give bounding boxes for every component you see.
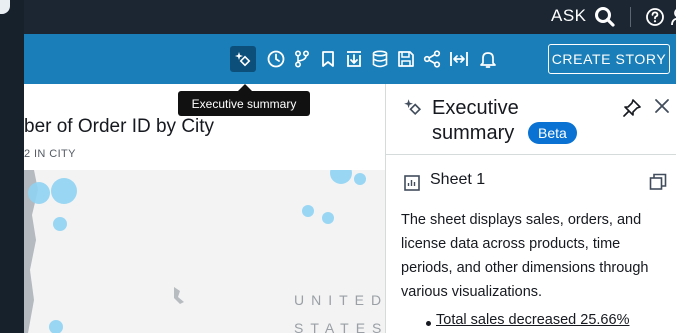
map-bubble[interactable] — [28, 182, 50, 204]
map-canvas[interactable]: UNITED STATES — [24, 170, 386, 333]
executive-summary-icon[interactable] — [230, 46, 256, 72]
close-icon[interactable] — [652, 96, 672, 121]
tooltip-arrow — [238, 84, 252, 91]
map-country-label: STATES — [294, 320, 386, 333]
sheet-icon — [403, 174, 421, 197]
panel-title: Executive — [432, 97, 519, 119]
map-bubble[interactable] — [302, 205, 314, 217]
map-shapes — [24, 170, 184, 333]
visual-title: ber of Order ID by City — [24, 116, 215, 137]
window-corner — [0, 0, 10, 14]
copy-icon[interactable] — [648, 172, 668, 197]
map-country-label: UNITED — [294, 292, 386, 308]
panel-title-line2: summary — [432, 122, 515, 144]
clock-icon[interactable] — [265, 48, 287, 70]
executive-summary-tooltip: Executive summary — [178, 91, 310, 116]
search-icon[interactable] — [594, 6, 616, 33]
fit-width-icon[interactable] — [448, 48, 470, 70]
bullet-dot — [426, 321, 431, 326]
executive-summary-icon — [402, 96, 424, 123]
visual-subtitle: 2 IN CITY — [24, 148, 76, 160]
pin-icon[interactable] — [622, 98, 642, 123]
beta-badge: Beta — [528, 122, 577, 144]
branch-icon[interactable] — [291, 48, 313, 70]
create-story-button[interactable]: CREATE STORY — [548, 44, 670, 74]
database-icon[interactable] — [369, 48, 391, 70]
export-icon[interactable] — [343, 48, 365, 70]
map-visual[interactable]: ber of Order ID by City 2 IN CITY UNITED… — [24, 84, 386, 333]
user-icon[interactable] — [670, 6, 676, 33]
top-bar-divider — [630, 7, 631, 27]
share-icon[interactable] — [421, 48, 443, 70]
left-dark-strip — [0, 0, 24, 333]
map-bubble[interactable] — [53, 217, 67, 231]
bell-icon[interactable] — [477, 48, 499, 70]
panel-separator — [386, 154, 676, 155]
map-bubble[interactable] — [322, 212, 334, 224]
summary-bullet[interactable]: Total sales decreased 25.66% — [436, 312, 629, 328]
executive-summary-panel: Executive summary Beta Sheet 1 The sheet… — [386, 84, 676, 333]
save-icon[interactable] — [395, 48, 417, 70]
summary-text: The sheet displays sales, orders, and li… — [401, 212, 649, 300]
map-bubble[interactable] — [354, 173, 366, 185]
map-bubble[interactable] — [51, 178, 77, 204]
map-bubble[interactable] — [49, 320, 63, 333]
ask-label[interactable]: ASK — [551, 6, 587, 26]
help-icon[interactable] — [645, 7, 665, 32]
sheet-label: Sheet 1 — [430, 171, 486, 188]
top-bar: ASK — [24, 0, 676, 34]
bookmark-icon[interactable] — [317, 48, 339, 70]
analysis-toolbar: CREATE STORY — [24, 34, 676, 84]
